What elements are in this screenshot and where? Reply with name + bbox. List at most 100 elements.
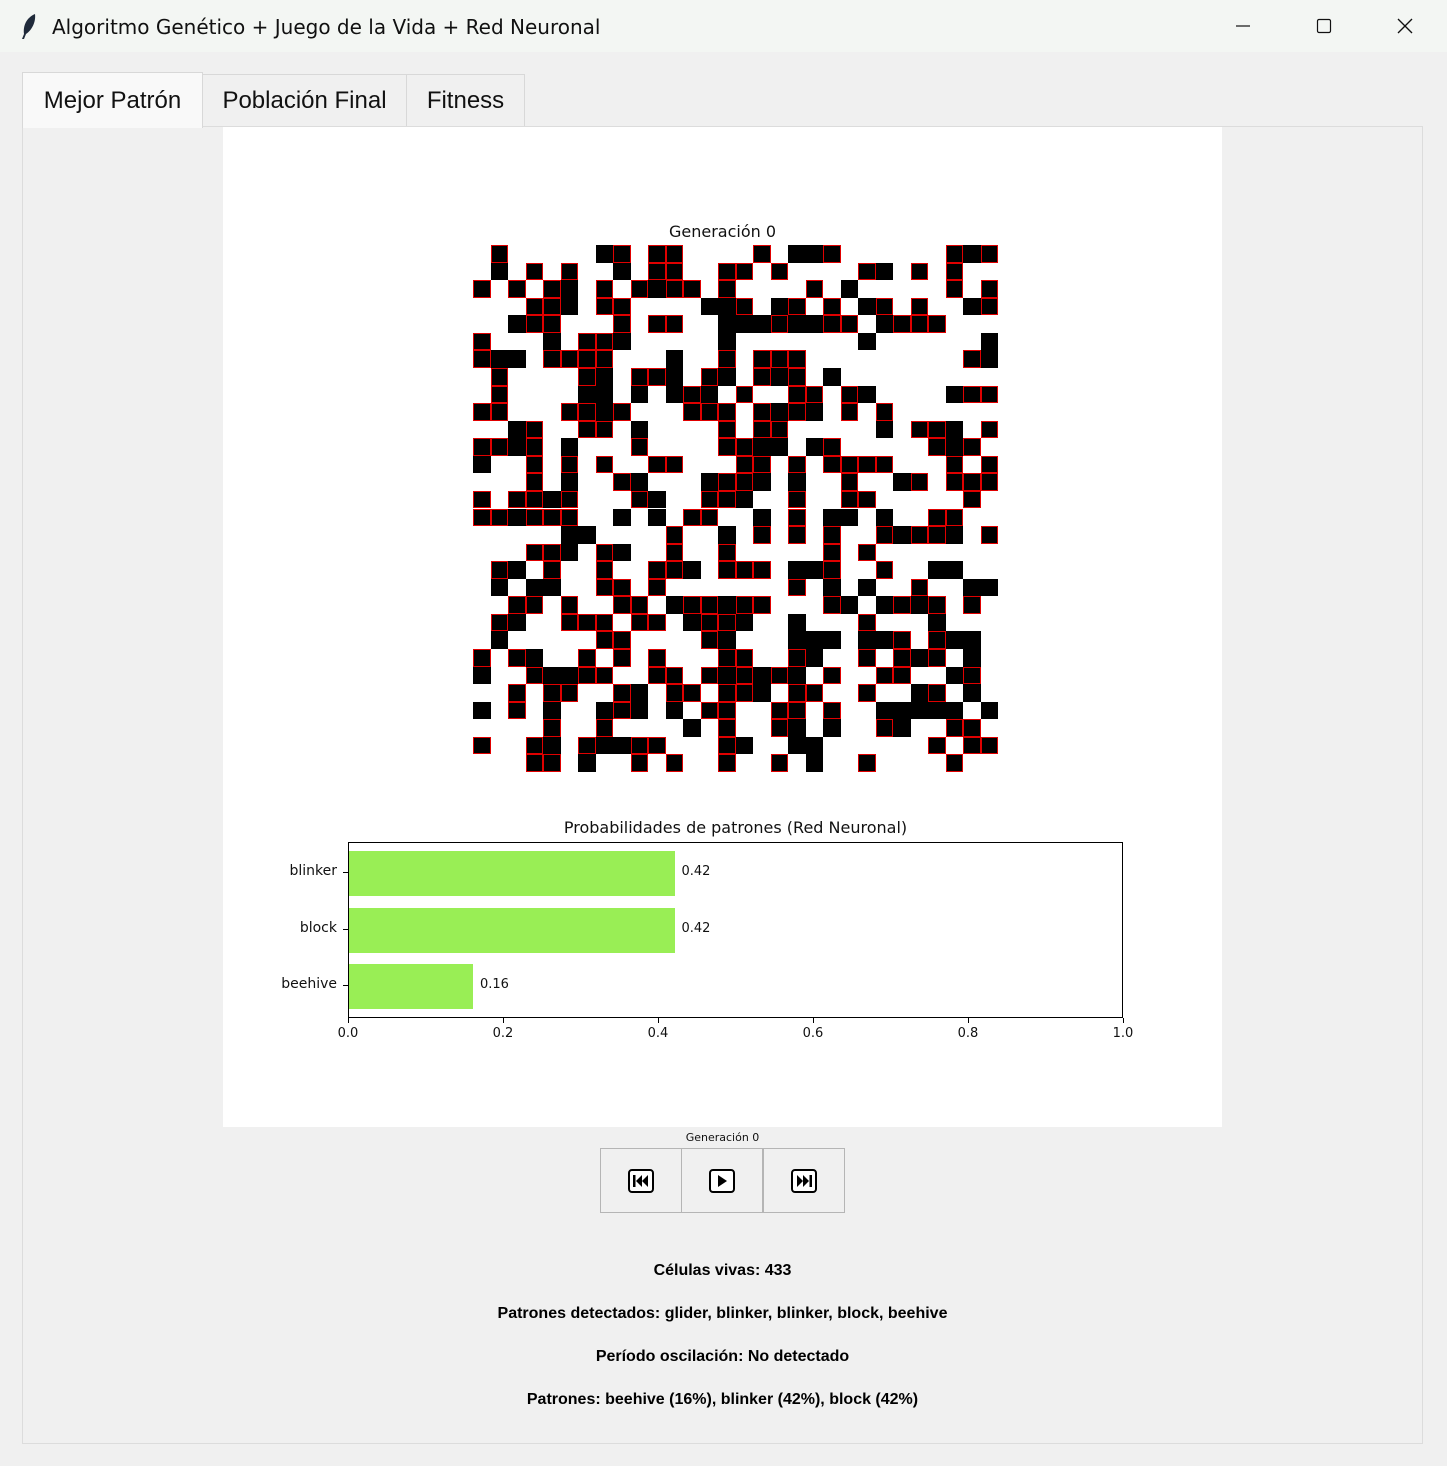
life-cell bbox=[718, 367, 736, 386]
life-cell bbox=[595, 543, 613, 562]
life-cell bbox=[560, 526, 578, 544]
life-cell bbox=[595, 719, 613, 737]
life-cell bbox=[595, 350, 613, 368]
life-cell bbox=[560, 455, 578, 474]
y-tick bbox=[343, 929, 348, 930]
life-cell bbox=[945, 719, 963, 737]
life-cell bbox=[560, 666, 578, 685]
life-cell bbox=[508, 649, 526, 667]
life-cell bbox=[473, 438, 491, 456]
life-cell bbox=[473, 649, 491, 667]
tab-mejor-patron[interactable]: Mejor Patrón bbox=[22, 72, 203, 128]
life-cell bbox=[718, 631, 736, 649]
life-cell bbox=[823, 596, 841, 614]
life-cell bbox=[980, 420, 998, 439]
x-tick bbox=[658, 1018, 659, 1023]
category-label: beehive bbox=[281, 976, 337, 992]
life-cell bbox=[770, 754, 788, 772]
play-button[interactable] bbox=[681, 1148, 763, 1213]
life-cell bbox=[648, 613, 666, 632]
life-cell bbox=[508, 596, 526, 614]
life-cell bbox=[980, 578, 998, 597]
life-cell bbox=[648, 315, 666, 333]
life-cell bbox=[805, 315, 823, 333]
life-cell bbox=[945, 385, 963, 404]
life-cell bbox=[700, 596, 718, 614]
life-cell bbox=[683, 561, 701, 579]
life-cell bbox=[718, 403, 736, 421]
life-cell bbox=[770, 315, 788, 333]
tab-fitness[interactable]: Fitness bbox=[406, 74, 525, 127]
life-cell bbox=[508, 350, 526, 368]
life-cell bbox=[473, 350, 491, 368]
minimize-button[interactable] bbox=[1203, 0, 1283, 52]
life-cell bbox=[823, 508, 841, 527]
life-cell bbox=[508, 420, 526, 439]
generation-caption: Generación 0 bbox=[685, 1131, 760, 1144]
life-cell bbox=[735, 561, 753, 579]
life-cell bbox=[578, 613, 596, 632]
life-cell bbox=[928, 649, 946, 667]
life-cell bbox=[980, 350, 998, 368]
tab-poblacion-final[interactable]: Población Final bbox=[202, 74, 407, 127]
life-cell bbox=[473, 508, 491, 527]
skip-to-start-button[interactable] bbox=[600, 1148, 682, 1213]
life-cell bbox=[613, 631, 631, 649]
life-cell bbox=[875, 508, 893, 527]
life-cell bbox=[560, 262, 578, 281]
life-cell bbox=[543, 578, 561, 597]
life-cell bbox=[700, 631, 718, 649]
life-cell bbox=[770, 367, 788, 386]
close-button[interactable] bbox=[1365, 0, 1445, 52]
life-cell bbox=[875, 561, 893, 579]
life-cell bbox=[945, 245, 963, 263]
life-cell bbox=[613, 508, 631, 527]
skip-to-end-button[interactable] bbox=[763, 1148, 845, 1213]
life-cell bbox=[910, 526, 928, 544]
life-cell bbox=[665, 385, 683, 404]
life-cell bbox=[560, 473, 578, 491]
play-icon bbox=[709, 1168, 735, 1193]
x-tick bbox=[1123, 1018, 1124, 1023]
life-cell bbox=[665, 245, 683, 263]
life-cell bbox=[490, 403, 508, 421]
life-cell bbox=[963, 385, 981, 404]
life-cell bbox=[753, 473, 771, 491]
life-cell bbox=[753, 455, 771, 474]
life-cell bbox=[928, 561, 946, 579]
life-cell bbox=[823, 631, 841, 649]
life-cell bbox=[490, 578, 508, 597]
life-cell bbox=[788, 490, 806, 509]
life-cell bbox=[945, 280, 963, 298]
bar-block bbox=[349, 907, 675, 953]
life-cell bbox=[665, 280, 683, 298]
life-cell bbox=[788, 297, 806, 316]
life-cell bbox=[910, 578, 928, 597]
life-cell bbox=[508, 280, 526, 298]
life-cell bbox=[858, 385, 876, 404]
life-cell bbox=[753, 561, 771, 579]
life-cell bbox=[718, 297, 736, 316]
life-cell bbox=[928, 508, 946, 527]
x-tick bbox=[348, 1018, 349, 1023]
life-cell bbox=[578, 403, 596, 421]
life-cell bbox=[718, 754, 736, 772]
life-cell bbox=[525, 736, 543, 755]
life-cell bbox=[613, 245, 631, 263]
life-cell bbox=[945, 455, 963, 474]
life-cell bbox=[840, 280, 858, 298]
life-cell bbox=[490, 262, 508, 281]
life-cell bbox=[630, 280, 648, 298]
life-cell bbox=[578, 666, 596, 685]
life-cell bbox=[980, 701, 998, 720]
life-cell bbox=[648, 455, 666, 474]
life-cell bbox=[525, 438, 543, 456]
life-cell bbox=[665, 543, 683, 562]
tab-label: Mejor Patrón bbox=[43, 86, 182, 114]
life-cell bbox=[543, 315, 561, 333]
life-cell bbox=[578, 649, 596, 667]
life-cell bbox=[700, 367, 718, 386]
maximize-button[interactable] bbox=[1284, 0, 1364, 52]
life-cell bbox=[718, 596, 736, 614]
grid-title: Generación 0 bbox=[668, 222, 777, 241]
